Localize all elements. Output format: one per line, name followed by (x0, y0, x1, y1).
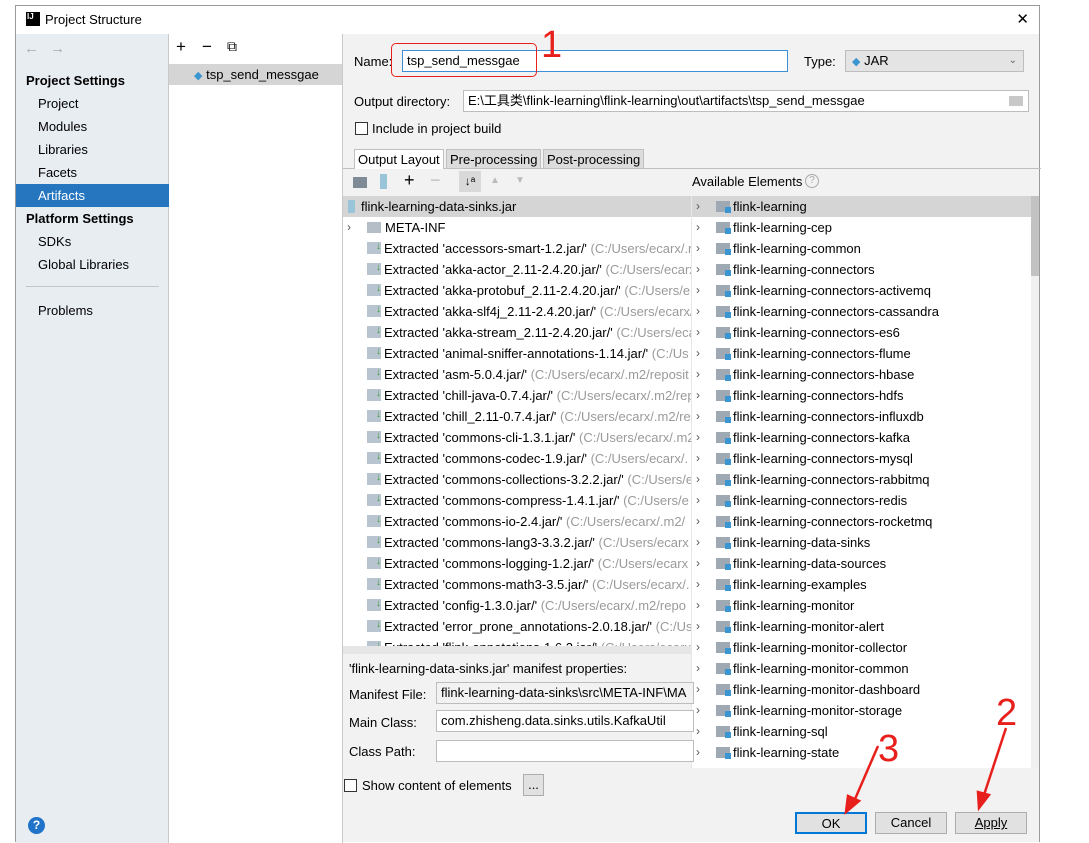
annotation-arrows (844, 727, 1008, 816)
project-structure-dialog: IJ Project Structure ✕ ← → Project Setti… (15, 5, 1041, 843)
